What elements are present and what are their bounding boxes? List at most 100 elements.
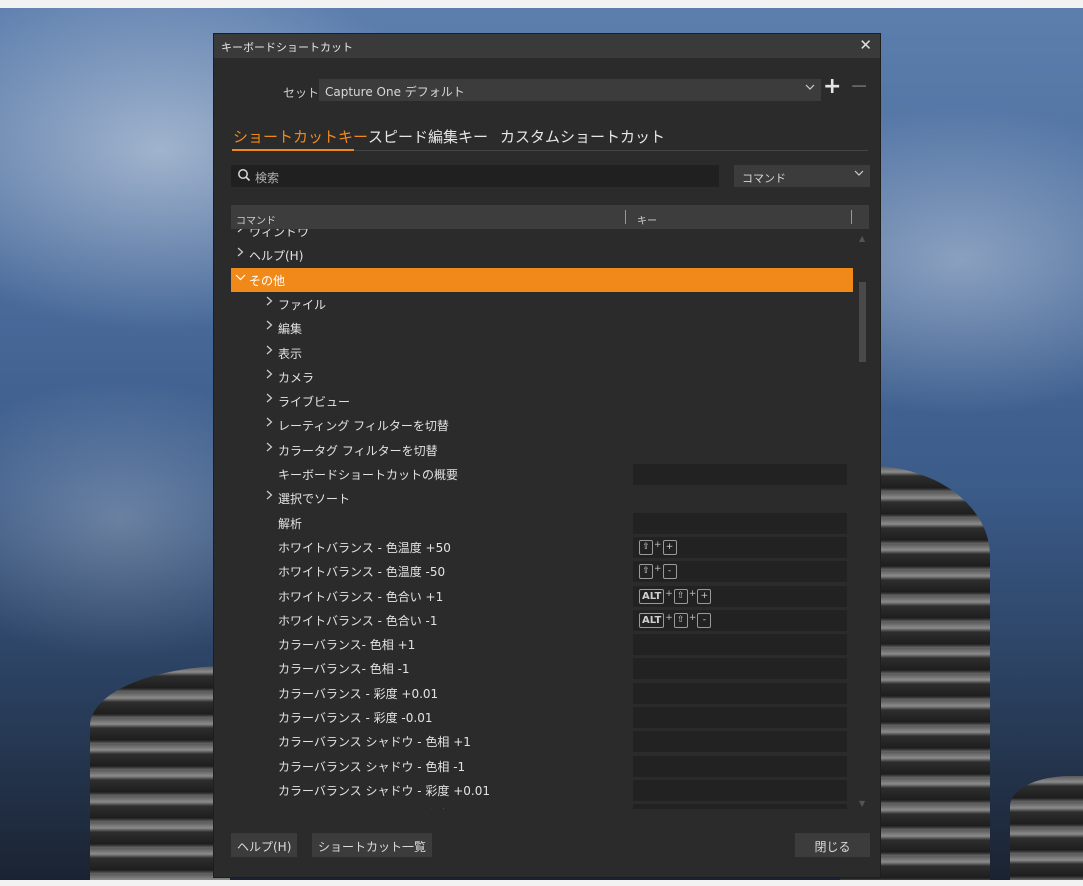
row-label: カラーバランス シャドウ - 彩度 -0.01 <box>278 806 484 809</box>
row-label: ウィンドウ <box>249 229 310 239</box>
shortcut-key-field[interactable] <box>633 512 847 534</box>
close-button[interactable]: 閉じる <box>795 833 870 857</box>
scrollbar[interactable]: ▲ ▼ <box>856 234 870 814</box>
shortcut-key-field[interactable]: ⇧ + + <box>633 536 847 558</box>
column-divider[interactable] <box>625 210 626 224</box>
row-label: レーティング フィルターを切替 <box>278 419 449 434</box>
shortcut-row[interactable]: カラーバランス シャドウ - 色相 -1 <box>231 754 853 778</box>
key-separator: + <box>665 612 673 623</box>
search-input[interactable]: 検索 <box>231 165 719 187</box>
chevron-right-icon[interactable] <box>264 344 275 359</box>
set-dropdown-value: Capture One デフォルト <box>325 85 465 99</box>
shortcut-key-field[interactable] <box>633 804 847 809</box>
chevron-right-icon[interactable] <box>264 368 275 383</box>
category-row[interactable]: 選択でソート <box>231 486 853 510</box>
row-label: カラーバランス シャドウ - 色相 -1 <box>278 759 466 774</box>
tab-custom-shortcuts[interactable]: カスタムショートカット <box>500 126 665 147</box>
background-building-far-right <box>1010 776 1083 886</box>
chevron-right-icon[interactable] <box>235 246 246 261</box>
column-divider[interactable] <box>851 210 852 224</box>
shortcut-key-field[interactable]: ⇧ + - <box>633 561 847 583</box>
shortcut-row[interactable]: カラーバランス- 色相 +1 <box>231 632 853 656</box>
top-border <box>0 0 1083 8</box>
shortcut-row[interactable]: ホワイトバランス - 色温度 -50 ⇧ + - <box>231 559 853 583</box>
shortcut-key-field[interactable] <box>633 731 847 753</box>
shortcut-row[interactable]: カラーバランス- 色相 -1 <box>231 656 853 680</box>
add-set-button[interactable]: + <box>823 74 841 99</box>
chevron-right-icon[interactable] <box>264 441 275 456</box>
shortcut-row[interactable]: キーボードショートカットの概要 <box>231 462 853 486</box>
chevron-right-icon[interactable] <box>264 295 275 310</box>
row-label: 編集 <box>278 322 303 337</box>
chevron-right-icon[interactable] <box>235 229 246 237</box>
category-row[interactable]: カメラ <box>231 365 853 389</box>
key-separator: + <box>688 612 697 623</box>
shortcut-key-field[interactable]: ALT + ⇧ + - <box>633 609 847 631</box>
shortcut-key-field[interactable] <box>633 779 847 801</box>
shortcut-key-field[interactable] <box>633 464 847 485</box>
row-label: カラーバランス- 色相 -1 <box>278 662 410 677</box>
background-building-left <box>90 666 230 886</box>
shortcut-list-button[interactable]: ショートカット一覧 <box>312 833 433 857</box>
shortcut-key-field[interactable]: ALT + ⇧ + + <box>633 585 847 607</box>
remove-set-button[interactable]: − <box>850 74 868 99</box>
chevron-right-icon[interactable] <box>264 489 275 504</box>
search-placeholder: 検索 <box>255 171 280 185</box>
keycap: - <box>697 612 712 628</box>
category-row[interactable]: レーティング フィルターを切替 <box>231 413 853 437</box>
shortcut-row[interactable]: カラーバランス シャドウ - 色相 +1 <box>231 729 853 753</box>
bottom-border <box>0 880 1083 886</box>
chevron-down-icon[interactable] <box>235 271 246 286</box>
shortcut-row[interactable]: ホワイトバランス - 色温度 +50 ⇧ + + <box>231 535 853 559</box>
scroll-down-arrow-icon[interactable]: ▼ <box>859 799 865 808</box>
shortcut-row[interactable]: ホワイトバランス - 色合い +1 ALT + ⇧ + + <box>231 584 853 608</box>
category-row[interactable]: ライブビュー <box>231 389 853 413</box>
row-label: ファイル <box>278 297 327 312</box>
chevron-right-icon[interactable] <box>264 392 275 407</box>
shortcut-row[interactable]: カラーバランス シャドウ - 彩度 -0.01 <box>231 802 853 809</box>
column-header-command[interactable]: コマンド <box>236 212 276 227</box>
key-combination: ALT + ⇧ + - <box>639 610 712 628</box>
row-label: ホワイトバランス - 色温度 -50 <box>278 565 446 580</box>
shortcut-key-field[interactable] <box>633 682 847 704</box>
shortcut-row[interactable]: 解析 <box>231 511 853 535</box>
category-row[interactable]: ファイル <box>231 292 853 316</box>
category-row[interactable]: ウィンドウ <box>231 229 853 243</box>
tab-speed-edit-keys[interactable]: スピード編集キー <box>368 126 488 147</box>
category-row[interactable]: 表示 <box>231 341 853 365</box>
row-label: キーボードショートカットの概要 <box>278 468 459 482</box>
category-row[interactable]: 編集 <box>231 316 853 340</box>
keycap: + <box>697 588 712 604</box>
tab-shortcut-keys[interactable]: ショートカットキー <box>233 126 368 147</box>
row-label: ホワイトバランス - 色合い -1 <box>278 613 438 628</box>
active-tab-indicator <box>232 149 354 151</box>
row-label: カメラ <box>278 370 315 385</box>
scroll-up-arrow-icon[interactable]: ▲ <box>859 234 865 243</box>
chevron-right-icon[interactable] <box>264 416 275 431</box>
shift-key-icon: ⇧ <box>639 539 653 555</box>
shortcut-row[interactable]: カラーバランス - 彩度 +0.01 <box>231 681 853 705</box>
search-filter-value: コマンド <box>742 172 786 185</box>
keycap: + <box>662 539 677 555</box>
scrollbar-thumb[interactable] <box>859 282 866 362</box>
shortcut-key-field[interactable] <box>633 707 847 728</box>
category-row[interactable]: カラータグ フィルターを切替 <box>231 438 853 462</box>
column-header-key[interactable]: キー <box>637 212 657 227</box>
shortcut-row[interactable]: ホワイトバランス - 色合い -1 ALT + ⇧ + - <box>231 608 853 632</box>
shortcut-key-field[interactable] <box>633 755 847 777</box>
shortcut-row[interactable]: カラーバランス シャドウ - 彩度 +0.01 <box>231 778 853 802</box>
chevron-right-icon[interactable] <box>264 319 275 334</box>
keyboard-shortcuts-dialog: キーボードショートカット ✕ セット: Capture One デフォルト + … <box>213 33 881 878</box>
category-row[interactable]: ヘルプ(H) <box>231 243 853 267</box>
key-separator: + <box>654 539 662 550</box>
search-filter-dropdown[interactable]: コマンド <box>734 165 870 187</box>
set-dropdown[interactable]: Capture One デフォルト <box>319 79 821 101</box>
shortcut-key-field[interactable] <box>633 634 847 656</box>
shortcut-row[interactable]: カラーバランス - 彩度 -0.01 <box>231 705 853 729</box>
shortcut-key-field[interactable] <box>633 658 847 680</box>
category-row[interactable]: その他 <box>231 267 853 292</box>
help-button[interactable]: ヘルプ(H) <box>231 833 298 857</box>
close-icon[interactable]: ✕ <box>859 36 872 54</box>
row-label: カラータグ フィルターを切替 <box>278 443 438 458</box>
row-label: その他 <box>249 273 286 288</box>
